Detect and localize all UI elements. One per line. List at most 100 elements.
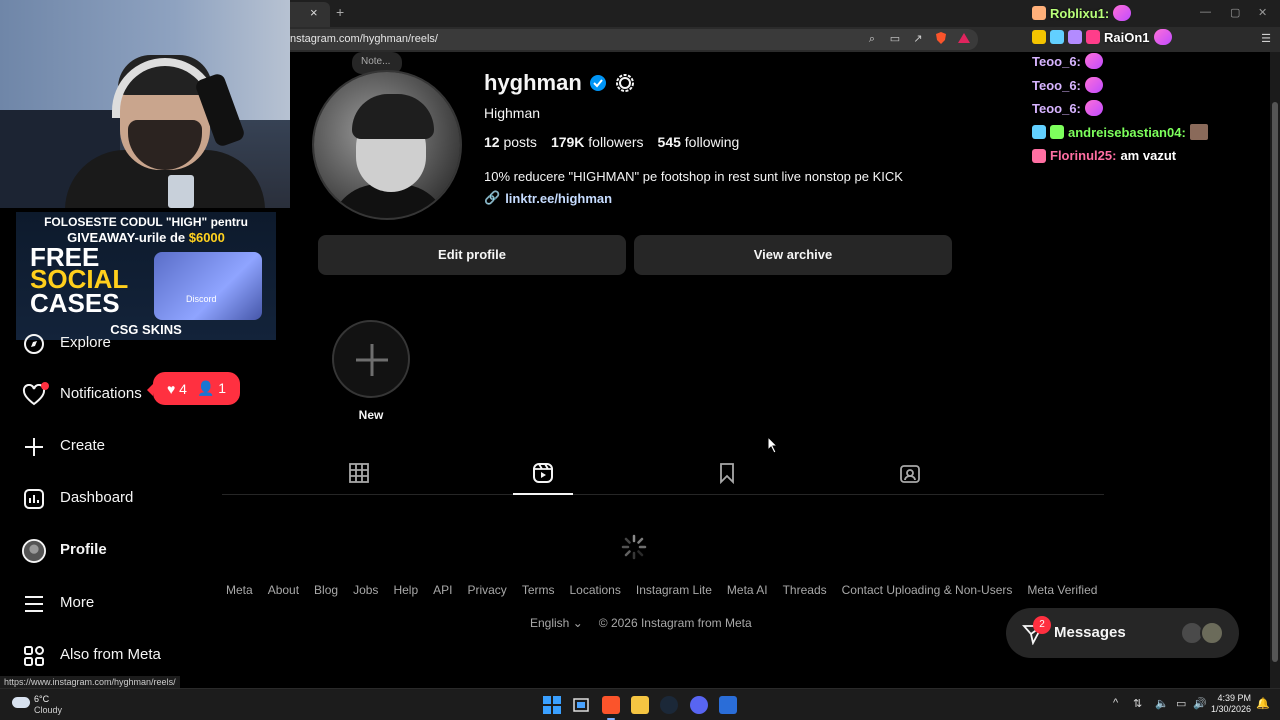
- nav-dashboard-label: Dashboard: [60, 489, 134, 506]
- profile-picture[interactable]: [312, 70, 462, 220]
- steam-icon[interactable]: [660, 696, 678, 714]
- brave-browser-icon[interactable]: [602, 696, 620, 714]
- emote-icon: [1113, 5, 1132, 21]
- notifications-icon[interactable]: 🔔: [1256, 697, 1270, 710]
- new-highlight-button[interactable]: [332, 320, 410, 398]
- file-explorer-icon[interactable]: [631, 696, 649, 714]
- window-close-icon[interactable]: ✕: [1258, 6, 1267, 19]
- brave-rewards-icon[interactable]: [956, 31, 972, 47]
- footer-link[interactable]: Terms: [522, 583, 555, 597]
- profile-stats: 12 posts 179K followers 545 following: [484, 134, 739, 150]
- weather-desc[interactable]: Cloudy: [34, 705, 62, 715]
- language-select[interactable]: English ⌄: [530, 616, 583, 630]
- banner-social: SOCIAL: [30, 264, 129, 294]
- page-scrollbar[interactable]: [1270, 52, 1280, 688]
- volume-icon[interactable]: 🔈: [1155, 697, 1169, 710]
- banner-line-1: FOLOSESTE CODUL "HIGH" pentru: [44, 215, 248, 229]
- view-archive-button[interactable]: View archive: [634, 235, 952, 275]
- brave-shield-icon[interactable]: [933, 31, 949, 47]
- chat-message: Roblixu1:: [1032, 5, 1132, 21]
- weather-temp[interactable]: 6°C: [34, 694, 49, 704]
- posts-grid-icon[interactable]: [348, 462, 370, 484]
- profile-link[interactable]: 🔗 linktr.ee/highman: [484, 190, 612, 206]
- nav-dashboard[interactable]: Dashboard: [22, 485, 133, 513]
- messages-label: Messages: [1054, 624, 1126, 641]
- saved-bookmark-icon[interactable]: [716, 462, 738, 485]
- minimize-icon[interactable]: —: [1200, 6, 1211, 18]
- chat-badge-icon: [1050, 125, 1064, 139]
- nav-create-label: Create: [60, 437, 106, 454]
- sponsor-banner: FOLOSESTE CODUL "HIGH" pentru GIVEAWAY-u…: [16, 212, 276, 340]
- footer-link[interactable]: Meta: [226, 583, 253, 597]
- footer-link[interactable]: Locations: [569, 583, 620, 597]
- speaker-icon[interactable]: 🔊: [1193, 697, 1207, 710]
- chat-badge-icon: [1032, 6, 1046, 20]
- chat-message: Teoo_6:: [1032, 100, 1103, 116]
- footer-link[interactable]: Meta AI: [727, 583, 768, 597]
- footer-link[interactable]: Threads: [783, 583, 827, 597]
- banner-brand: CSG SKINS: [110, 322, 182, 337]
- copyright: © 2026 Instagram from Meta: [598, 616, 752, 630]
- task-view-icon[interactable]: [572, 696, 590, 714]
- chat-badge-icon: [1086, 30, 1100, 44]
- new-tab-icon[interactable]: +: [336, 4, 344, 20]
- emote-icon: [1084, 100, 1103, 116]
- footer-link[interactable]: API: [433, 583, 452, 597]
- verified-badge-icon: [589, 74, 607, 97]
- screen: × + — ▢ ✕ nstagram.com/hyghman/reels/ ⌕ …: [0, 0, 1280, 720]
- footer-link[interactable]: About: [268, 583, 299, 597]
- edit-profile-button[interactable]: Edit profile: [318, 235, 626, 275]
- url-text[interactable]: nstagram.com/hyghman/reels/: [290, 33, 438, 45]
- maximize-icon[interactable]: ▢: [1230, 6, 1240, 19]
- menu-icon[interactable]: ☰: [1258, 31, 1274, 47]
- nav-more[interactable]: More: [22, 590, 94, 618]
- tagged-icon[interactable]: [899, 462, 921, 484]
- chat-badge-icon: [1068, 30, 1082, 44]
- emote-icon: [1189, 124, 1208, 140]
- case-box-image: [154, 252, 262, 320]
- footer-link[interactable]: Contact Uploading & Non-Users: [842, 583, 1013, 597]
- chat-message: andreisebastian04:: [1032, 124, 1208, 140]
- discord-icon[interactable]: [690, 696, 708, 714]
- zoom-icon[interactable]: ⌕: [864, 31, 880, 47]
- notification-dot: [41, 382, 49, 390]
- reels-icon[interactable]: [532, 462, 554, 484]
- emote-icon: [1153, 29, 1172, 45]
- link-icon: 🔗: [484, 190, 501, 205]
- nav-create[interactable]: Create: [22, 433, 105, 461]
- nav-also-from-meta[interactable]: Also from Meta: [22, 642, 161, 670]
- footer-link[interactable]: Meta Verified: [1027, 583, 1097, 597]
- clock[interactable]: 4:39 PM 1/30/2026: [1207, 693, 1251, 715]
- app-icon[interactable]: [719, 696, 737, 714]
- profile-bio: 10% reducere "HIGHMAN" pe footshop in re…: [484, 169, 903, 184]
- nav-explore[interactable]: Explore: [22, 330, 111, 358]
- windows-start-icon[interactable]: [543, 696, 561, 714]
- footer-link[interactable]: Blog: [314, 583, 338, 597]
- cloud-icon: [12, 697, 30, 708]
- tray-chevron-icon[interactable]: ^: [1113, 697, 1118, 709]
- display-icon[interactable]: ▭: [1176, 697, 1186, 710]
- footer-link[interactable]: Instagram Lite: [636, 583, 712, 597]
- chat-badge-icon: [1032, 30, 1046, 44]
- tab-close-icon[interactable]: ×: [310, 5, 318, 20]
- reader-mode-icon[interactable]: ▭: [887, 31, 903, 47]
- nav-also-from-meta-label: Also from Meta: [60, 646, 161, 663]
- nav-explore-label: Explore: [60, 334, 111, 351]
- messages-button[interactable]: 2 Messages: [1006, 608, 1239, 658]
- heart-count-icon: ♥ 4: [166, 380, 187, 397]
- loading-spinner-icon: [620, 533, 648, 561]
- footer-link[interactable]: Privacy: [467, 583, 506, 597]
- nav-profile[interactable]: Profile: [22, 537, 107, 565]
- scrollbar-thumb[interactable]: [1272, 102, 1278, 662]
- footer-link[interactable]: Help: [393, 583, 418, 597]
- compass-icon: [22, 332, 46, 356]
- footer-link[interactable]: Jobs: [353, 583, 378, 597]
- followers-count[interactable]: 179K followers: [551, 134, 644, 150]
- following-count[interactable]: 545 following: [658, 134, 740, 150]
- notification-pill[interactable]: ♥ 4 👤 1: [147, 372, 240, 405]
- chat-message: Teoo_6:: [1032, 53, 1103, 69]
- network-icon[interactable]: ⇅: [1133, 697, 1142, 710]
- share-icon[interactable]: ↗: [910, 31, 926, 47]
- tabs-divider: [222, 494, 1104, 495]
- settings-gear-icon[interactable]: [614, 72, 636, 99]
